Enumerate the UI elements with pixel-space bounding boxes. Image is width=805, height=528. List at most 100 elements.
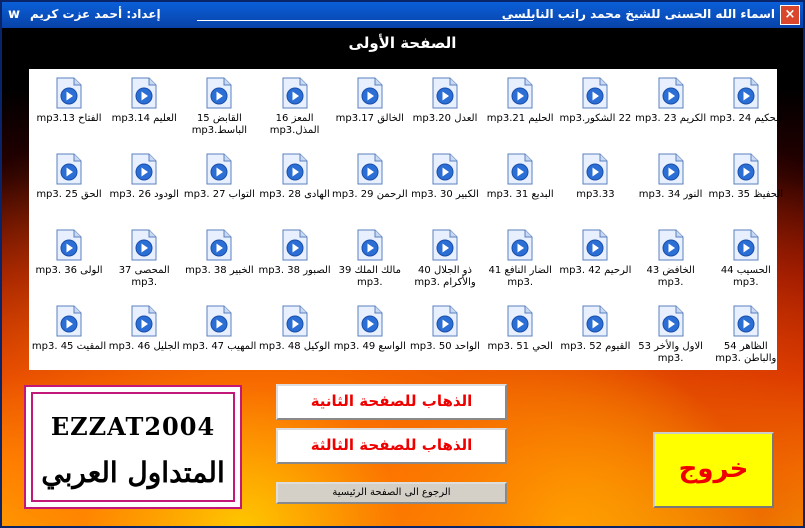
file-label: الرحمن 29 .mp3 <box>331 189 408 200</box>
logo-box: EZZAT2004 المتداول العربي <box>24 385 242 509</box>
mp3-file-item[interactable]: الحكيم 24 .mp3 <box>708 71 784 143</box>
file-label: الاول والأخر 53 .mp3 <box>638 341 703 364</box>
mp3-file-item[interactable]: الاول والأخر 53 .mp3 <box>633 299 709 371</box>
file-label: الجليل 46 .mp3 <box>108 341 180 352</box>
go-page-3-button[interactable]: الذهاب للصفحة الثالثة <box>276 428 507 464</box>
file-label: مالك الملك 39 .mp3 <box>338 265 401 288</box>
mp3-file-item[interactable]: الخبير 38 .mp3 <box>181 223 257 295</box>
file-label: التواب 27 .mp3 <box>183 189 255 200</box>
file-label: المهيب 47 .mp3 <box>182 341 257 352</box>
audio-file-icon <box>733 153 759 185</box>
audio-file-icon <box>206 153 232 185</box>
file-label: الصبور 38 .mp3 <box>258 265 331 276</box>
audio-file-icon <box>507 229 533 261</box>
audio-file-icon <box>206 229 232 261</box>
mp3-file-item[interactable]: مالك الملك 39 .mp3 <box>332 223 408 295</box>
mp3-file-item[interactable]: الودود 26 .mp3 <box>106 147 182 219</box>
file-grid: الحكيم 24 .mp3 الكريم 23 .mp3 22 الشكور.mp… <box>29 69 783 371</box>
mp3-file-item[interactable]: البديع 31 .mp3 <box>482 147 558 219</box>
mp3-file-item[interactable]: الظاهر 54 والباطن .mp3 <box>708 299 784 371</box>
file-label: القابض 15 الباسط.mp3 <box>191 113 248 136</box>
audio-file-icon <box>733 305 759 337</box>
audio-file-icon <box>131 229 157 261</box>
mp3-file-item[interactable]: الفتاح 13.mp3 <box>31 71 107 143</box>
file-label: الوكيل 48 .mp3 <box>259 341 331 352</box>
mp3-file-item[interactable]: الحليم 21.mp3 <box>482 71 558 143</box>
mp3-file-item[interactable]: الواحد 50 .mp3 <box>407 299 483 371</box>
audio-file-icon <box>582 305 608 337</box>
audio-file-icon <box>56 153 82 185</box>
audio-file-icon <box>131 305 157 337</box>
mp3-file-item[interactable]: العليم 14.mp3 <box>106 71 182 143</box>
file-label: النور 34 .mp3 <box>638 189 703 200</box>
logo-inner-frame: EZZAT2004 المتداول العربي <box>31 392 235 502</box>
file-label: الولى 36 .mp3 <box>35 265 103 276</box>
file-label: الهادى 28 .mp3 <box>259 189 330 200</box>
audio-file-icon <box>658 305 684 337</box>
exit-button[interactable]: خروج <box>653 432 774 508</box>
mp3-file-item[interactable]: الكبير 30 .mp3 <box>407 147 483 219</box>
mp3-file-item[interactable]: الرحمن 29 .mp3 <box>332 147 408 219</box>
file-label: العدل 20.mp3 <box>412 113 478 124</box>
mp3-file-item[interactable]: القيوم 52 .mp3 <box>557 299 633 371</box>
mp3-file-item[interactable]: الحق 25 .mp3 <box>31 147 107 219</box>
mp3-file-item[interactable]: الولى 36 .mp3 <box>31 223 107 295</box>
file-label: الودود 26 .mp3 <box>109 189 179 200</box>
file-label: الخبير 38 .mp3 <box>185 265 254 276</box>
page-heading: الصفحة الأولى <box>348 34 457 52</box>
audio-file-icon <box>432 77 458 109</box>
file-label: 33.mp3 <box>576 189 615 200</box>
mp3-file-item[interactable]: المقيت 45 .mp3 <box>31 299 107 371</box>
go-page-2-button[interactable]: الذهاب للصفحة الثانية <box>276 384 507 420</box>
app-icon[interactable]: w <box>6 7 22 23</box>
mp3-file-item[interactable]: الحي 51 .mp3 <box>482 299 558 371</box>
mp3-file-item[interactable]: المعز 16 المذل.mp3 <box>257 71 333 143</box>
mp3-file-item[interactable]: العدل 20.mp3 <box>407 71 483 143</box>
window-title: اسماء الله الحسنى للشيخ محمد راتب النابل… <box>501 7 775 21</box>
file-label: الحليم 21.mp3 <box>486 113 554 124</box>
mp3-file-item[interactable]: الخالق 17.mp3 <box>332 71 408 143</box>
mp3-file-item[interactable]: الحفيظ 35 .mp3 <box>708 147 784 219</box>
mp3-file-item[interactable]: الهادى 28 .mp3 <box>257 147 333 219</box>
audio-file-icon <box>432 153 458 185</box>
mp3-file-item[interactable]: الحسيب 44 .mp3 <box>708 223 784 295</box>
file-label: 22 الشكور.mp3 <box>559 113 632 124</box>
mp3-file-item[interactable]: الجليل 46 .mp3 <box>106 299 182 371</box>
mp3-file-item[interactable]: 22 الشكور.mp3 <box>557 71 633 143</box>
file-label: الكريم 23 .mp3 <box>635 113 707 124</box>
mp3-file-item[interactable]: النور 34 .mp3 <box>633 147 709 219</box>
title-bar[interactable]: w إعداد: أحمد عزت كريم اسماء الله الحسنى… <box>2 2 803 28</box>
title-underline <box>197 20 533 21</box>
audio-file-icon <box>131 77 157 109</box>
file-label: الحق 25 .mp3 <box>36 189 102 200</box>
audio-file-icon <box>582 229 608 261</box>
file-label: الواحد 50 .mp3 <box>410 341 480 352</box>
home-button[interactable]: الرجوع الى الصفحة الرئيسية <box>276 482 507 504</box>
mp3-file-item[interactable]: 33.mp3 <box>557 147 633 219</box>
close-icon[interactable]: × <box>780 5 800 25</box>
audio-file-icon <box>56 77 82 109</box>
mp3-file-item[interactable]: الوكيل 48 .mp3 <box>257 299 333 371</box>
mp3-file-item[interactable]: ذو الجلال 40 والأكرام .mp3 <box>407 223 483 295</box>
mp3-file-item[interactable]: الرحيم 42 .mp3 <box>557 223 633 295</box>
file-label: البديع 31 .mp3 <box>486 189 554 200</box>
mp3-file-item[interactable]: الضار النافع 41 .mp3 <box>482 223 558 295</box>
audio-file-icon <box>507 77 533 109</box>
audio-file-icon <box>131 153 157 185</box>
mp3-file-item[interactable]: المحصى 37 .mp3 <box>106 223 182 295</box>
audio-file-icon <box>733 77 759 109</box>
mp3-file-item[interactable]: التواب 27 .mp3 <box>181 147 257 219</box>
mp3-file-item[interactable]: الواسع 49 .mp3 <box>332 299 408 371</box>
mp3-file-item[interactable]: الصبور 38 .mp3 <box>257 223 333 295</box>
audio-file-icon <box>658 229 684 261</box>
audio-file-icon <box>282 229 308 261</box>
file-label: المقيت 45 .mp3 <box>31 341 107 352</box>
mp3-file-item[interactable]: المهيب 47 .mp3 <box>181 299 257 371</box>
mp3-file-item[interactable]: القابض 15 الباسط.mp3 <box>181 71 257 143</box>
file-label: الحكيم 24 .mp3 <box>709 113 782 124</box>
file-label: المحصى 37 .mp3 <box>118 265 170 288</box>
file-label: الخافض 43 .mp3 <box>646 265 695 288</box>
file-label: ذو الجلال 40 والأكرام .mp3 <box>414 265 476 288</box>
mp3-file-item[interactable]: الكريم 23 .mp3 <box>633 71 709 143</box>
mp3-file-item[interactable]: الخافض 43 .mp3 <box>633 223 709 295</box>
